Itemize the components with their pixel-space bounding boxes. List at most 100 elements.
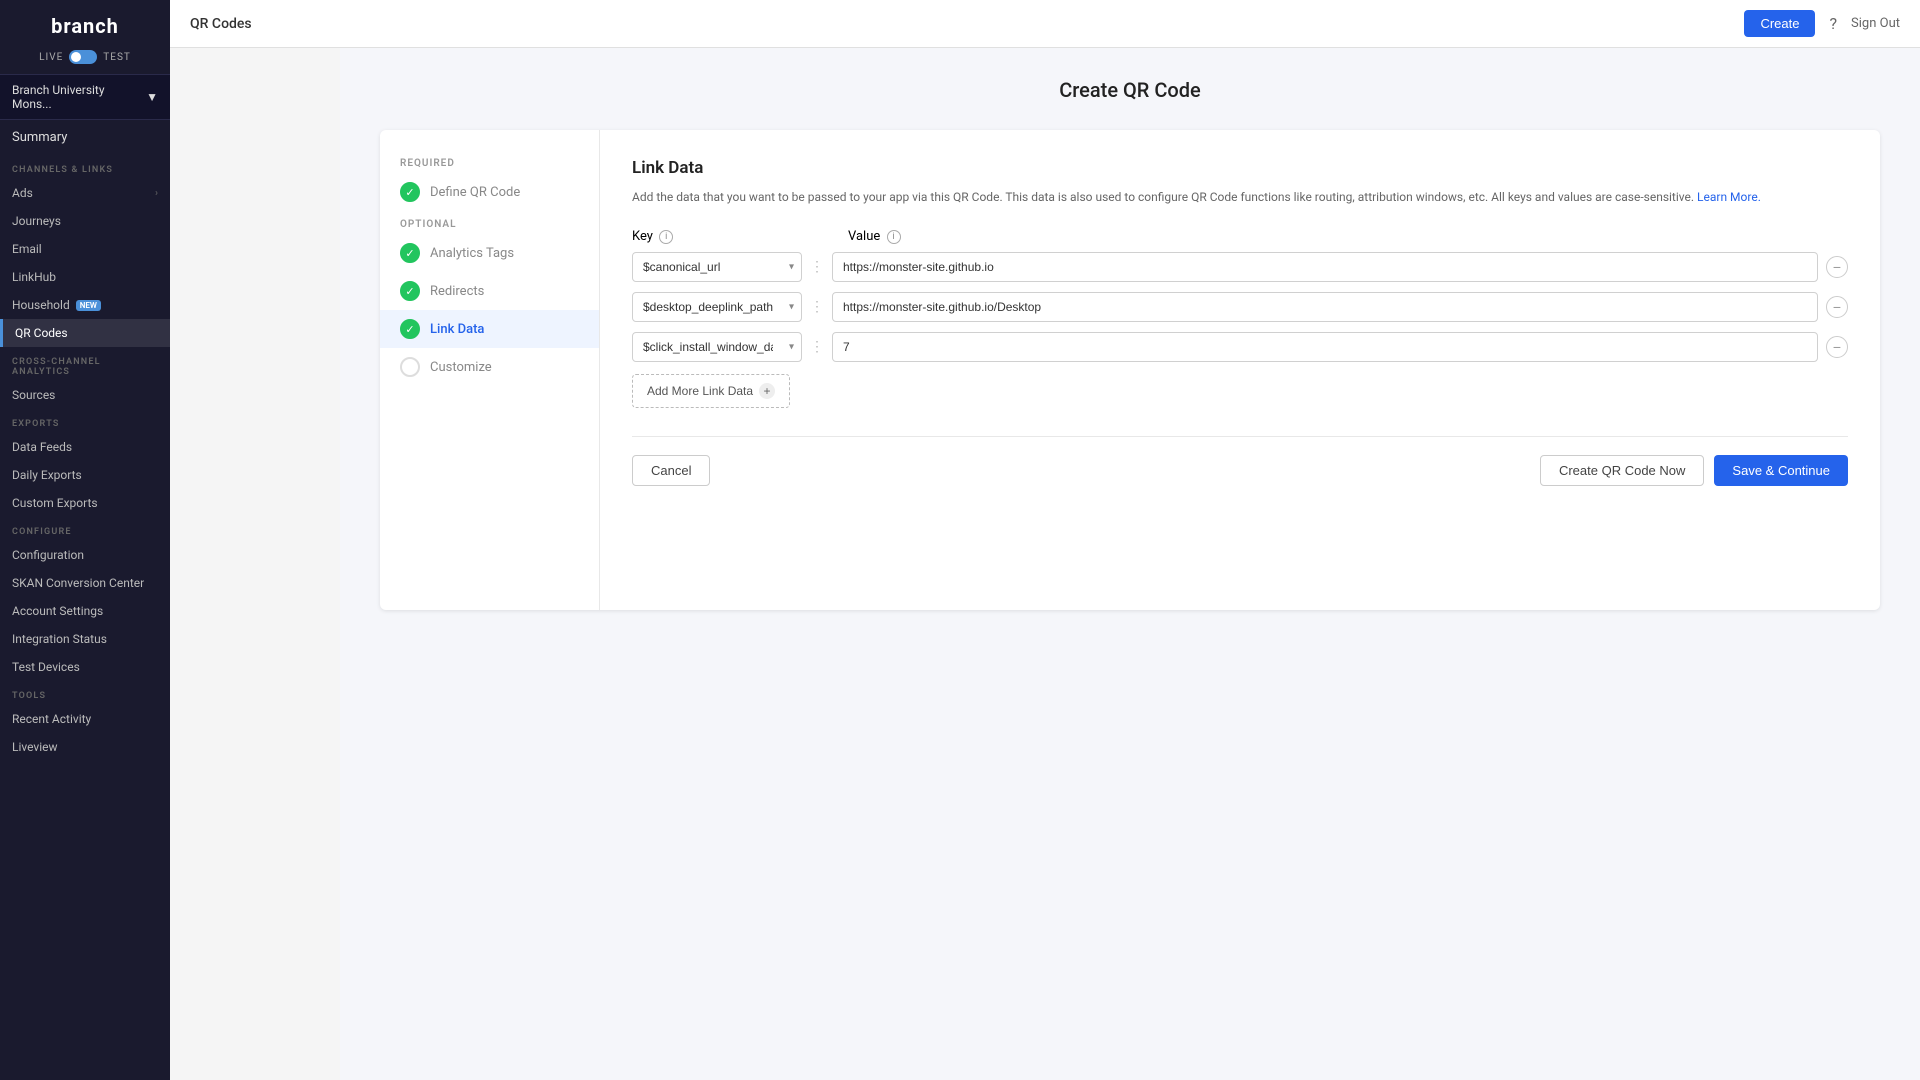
- sidebar-item-daily-exports[interactable]: Daily Exports: [0, 461, 170, 489]
- channels-links-section: CHANNELS & LINKS: [0, 155, 170, 179]
- step-customize[interactable]: Customize: [380, 348, 599, 386]
- key-column-header: Key i: [632, 229, 802, 244]
- link-data-row-1: $canonical_url ▾ ⋮ −: [632, 252, 1848, 282]
- workspace-selector[interactable]: Branch University Mons... ▼: [0, 74, 170, 120]
- step-label-redirects: Redirects: [430, 284, 484, 299]
- wizard-container: REQUIRED ✓ Define QR Code OPTIONAL ✓ Ana…: [380, 130, 1880, 610]
- live-label: LIVE: [39, 52, 63, 63]
- key-select-wrapper-1: $canonical_url ▾: [632, 252, 802, 282]
- key-select-2[interactable]: $desktop_deeplink_path: [632, 292, 802, 322]
- sidebar: branch LIVE TEST Branch University Mons.…: [0, 0, 170, 1080]
- value-info-icon[interactable]: i: [887, 230, 901, 244]
- row-separator-3: ⋮: [810, 339, 824, 355]
- content-title: Link Data: [632, 158, 1848, 178]
- main-content: Create QR Code REQUIRED ✓ Define QR Code…: [340, 48, 1920, 1080]
- sidebar-item-household[interactable]: Household NEW: [0, 291, 170, 319]
- sidebar-item-data-feeds[interactable]: Data Feeds: [0, 433, 170, 461]
- content-description: Add the data that you want to be passed …: [632, 188, 1848, 207]
- data-feeds-label: Data Feeds: [12, 440, 72, 454]
- step-label-link-data: Link Data: [430, 322, 484, 337]
- live-test-toggle[interactable]: LIVE TEST: [0, 46, 170, 74]
- liveview-label: Liveview: [12, 740, 58, 754]
- topbar: QR Codes Create ? Sign Out: [170, 0, 1920, 48]
- row-separator-2: ⋮: [810, 299, 824, 315]
- create-button[interactable]: Create: [1744, 10, 1815, 37]
- linkhub-label: LinkHub: [12, 270, 56, 284]
- tools-section: TOOLS: [0, 681, 170, 705]
- configure-section: CONFIGURE: [0, 517, 170, 541]
- sidebar-item-liveview[interactable]: Liveview: [0, 733, 170, 761]
- footer-right-buttons: Create QR Code Now Save & Continue: [1540, 455, 1848, 486]
- remove-btn-1[interactable]: −: [1826, 256, 1848, 278]
- sidebar-item-recent-activity[interactable]: Recent Activity: [0, 705, 170, 733]
- sidebar-item-qr-codes[interactable]: QR Codes: [0, 319, 170, 347]
- optional-label: OPTIONAL: [380, 211, 599, 234]
- sidebar-item-linkhub[interactable]: LinkHub: [0, 263, 170, 291]
- signout-link[interactable]: Sign Out: [1851, 16, 1900, 31]
- key-select-1[interactable]: $canonical_url: [632, 252, 802, 282]
- test-devices-label: Test Devices: [12, 660, 80, 674]
- remove-btn-3[interactable]: −: [1826, 336, 1848, 358]
- workspace-name: Branch University Mons...: [12, 83, 146, 111]
- add-more-label: Add More Link Data: [647, 384, 753, 398]
- sidebar-item-journeys[interactable]: Journeys: [0, 207, 170, 235]
- step-define-qr-code[interactable]: ✓ Define QR Code: [380, 173, 599, 211]
- value-column-header: Value i: [848, 229, 1848, 244]
- step-redirects[interactable]: ✓ Redirects: [380, 272, 599, 310]
- sidebar-item-email[interactable]: Email: [0, 235, 170, 263]
- value-input-1[interactable]: [832, 252, 1818, 282]
- sidebar-item-custom-exports[interactable]: Custom Exports: [0, 489, 170, 517]
- checkmark-redirects: ✓: [405, 285, 414, 298]
- skan-label: SKAN Conversion Center: [12, 576, 144, 590]
- page-title: Create QR Code: [380, 78, 1880, 102]
- household-badge: NEW: [76, 300, 101, 311]
- step-icon-redirects: ✓: [400, 281, 420, 301]
- test-label: TEST: [103, 52, 131, 63]
- key-select-3[interactable]: $click_install_window_days: [632, 332, 802, 362]
- workspace-chevron: ▼: [146, 90, 158, 104]
- step-icon-link-data: ✓: [400, 319, 420, 339]
- sidebar-item-account-settings[interactable]: Account Settings: [0, 597, 170, 625]
- checkmark-link-data: ✓: [405, 323, 414, 336]
- sidebar-item-sources[interactable]: Sources: [0, 381, 170, 409]
- topbar-right: Create ? Sign Out: [1744, 10, 1900, 37]
- key-info-icon[interactable]: i: [659, 230, 673, 244]
- remove-btn-2[interactable]: −: [1826, 296, 1848, 318]
- step-icon-analytics: ✓: [400, 243, 420, 263]
- configuration-label: Configuration: [12, 548, 84, 562]
- toggle-switch[interactable]: [69, 50, 97, 64]
- sidebar-item-skan[interactable]: SKAN Conversion Center: [0, 569, 170, 597]
- sidebar-item-test-devices[interactable]: Test Devices: [0, 653, 170, 681]
- plus-icon: +: [759, 383, 775, 399]
- help-icon[interactable]: ?: [1829, 14, 1837, 33]
- cancel-button[interactable]: Cancel: [632, 455, 710, 486]
- link-data-row-2: $desktop_deeplink_path ▾ ⋮ −: [632, 292, 1848, 322]
- exports-section: EXPORTS: [0, 409, 170, 433]
- sidebar-item-ads[interactable]: Ads ›: [0, 179, 170, 207]
- value-input-3[interactable]: [832, 332, 1818, 362]
- create-qr-code-now-button[interactable]: Create QR Code Now: [1540, 455, 1704, 486]
- step-icon-define: ✓: [400, 182, 420, 202]
- checkmark-analytics: ✓: [405, 247, 414, 260]
- step-link-data[interactable]: ✓ Link Data: [380, 310, 599, 348]
- step-label-analytics: Analytics Tags: [430, 246, 514, 261]
- save-continue-button[interactable]: Save & Continue: [1714, 455, 1848, 486]
- step-analytics-tags[interactable]: ✓ Analytics Tags: [380, 234, 599, 272]
- column-headers: Key i Value i: [632, 229, 1848, 244]
- sidebar-item-integration-status[interactable]: Integration Status: [0, 625, 170, 653]
- daily-exports-label: Daily Exports: [12, 468, 82, 482]
- ads-chevron: ›: [155, 188, 158, 199]
- checkmark-define: ✓: [405, 186, 414, 199]
- step-label-define: Define QR Code: [430, 185, 520, 200]
- content-panel: Link Data Add the data that you want to …: [600, 130, 1880, 610]
- steps-panel: REQUIRED ✓ Define QR Code OPTIONAL ✓ Ana…: [380, 130, 600, 610]
- summary-label: Summary: [12, 130, 67, 145]
- household-label: Household: [12, 298, 70, 312]
- journeys-label: Journeys: [12, 214, 61, 228]
- sidebar-item-configuration[interactable]: Configuration: [0, 541, 170, 569]
- value-input-2[interactable]: [832, 292, 1818, 322]
- add-more-link-data-button[interactable]: Add More Link Data +: [632, 374, 790, 408]
- sidebar-item-summary[interactable]: Summary: [0, 120, 170, 155]
- learn-more-link[interactable]: Learn More.: [1697, 190, 1761, 204]
- sources-label: Sources: [12, 388, 55, 402]
